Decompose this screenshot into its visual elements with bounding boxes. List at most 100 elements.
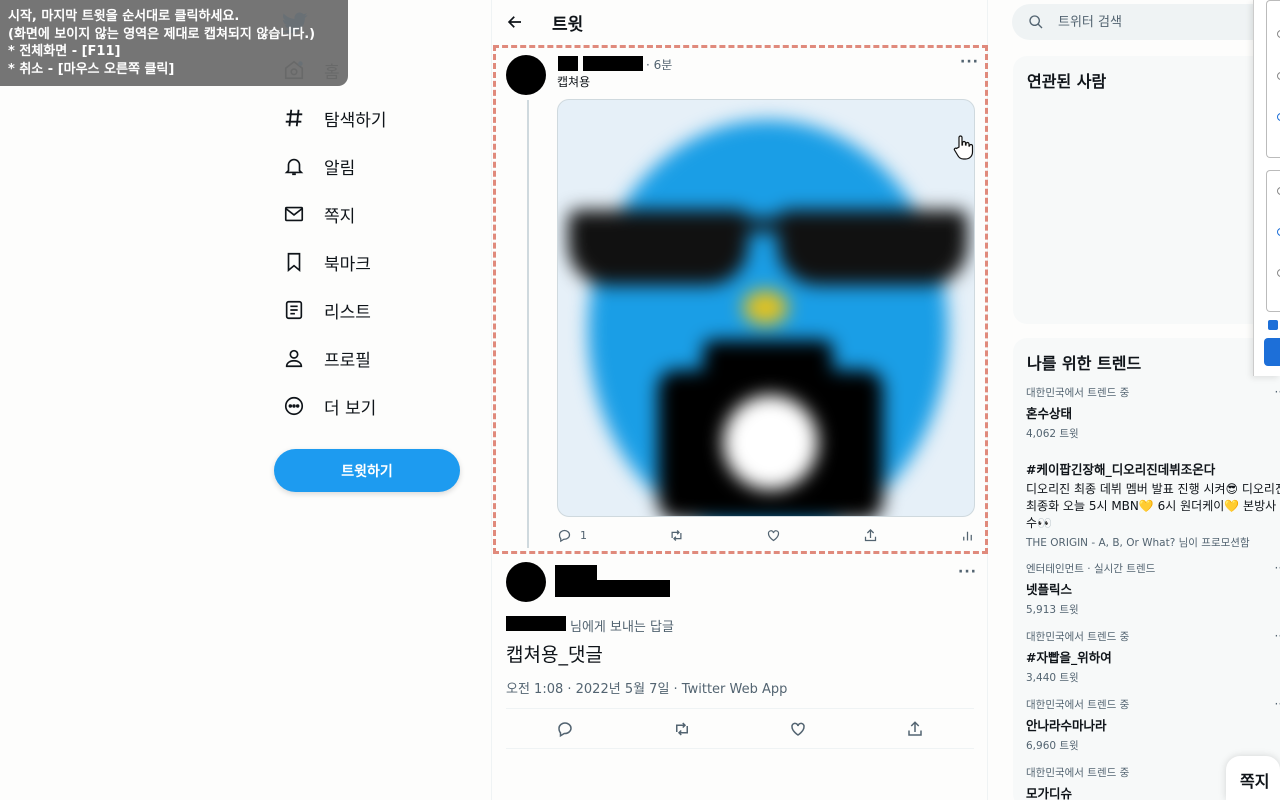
nav-item-label: 리스트 xyxy=(324,302,371,323)
nav-item-more[interactable]: 더 보기 xyxy=(272,382,472,430)
trend-name: 넷플릭스 xyxy=(1026,582,1073,597)
reply-count: 1 xyxy=(580,529,587,542)
trend-count: 4,062 트윗 xyxy=(1026,428,1079,440)
reply-button[interactable]: 1 xyxy=(557,528,587,543)
tweet-text: 캡쳐용 xyxy=(557,75,591,89)
instruction-line: * 취소 - [마우스 오른쪽 클릭] xyxy=(8,61,175,77)
blurred-bird-image xyxy=(558,100,974,516)
nav-item-label: 북마크 xyxy=(324,254,371,275)
more-options-icon[interactable]: ··· xyxy=(1275,697,1280,711)
capture-instructions-overlay: 시작, 마지막 트윗을 순서대로 클릭하세요. (화면에 보이지 않는 영역은 … xyxy=(0,0,348,86)
redacted-username xyxy=(583,56,643,71)
reply-action-bar xyxy=(556,720,924,738)
tweet-action-bar: 1 xyxy=(557,528,975,543)
nav-item-messages[interactable]: 쪽지 xyxy=(272,190,472,238)
retweet-button[interactable] xyxy=(669,528,684,543)
more-options-icon[interactable]: ··· xyxy=(1275,385,1280,399)
confirm-button[interactable] xyxy=(1264,338,1280,366)
instruction-line: (화면에 보이지 않는 영역은 제대로 캡쳐되지 않습니다.) xyxy=(8,26,316,42)
nav-item-bookmarks[interactable]: 북마크 xyxy=(272,238,472,286)
trend-count: 5,913 트윗 xyxy=(1026,604,1079,616)
back-arrow-icon[interactable] xyxy=(506,13,524,31)
related-people-panel: 연관된 사람 xyxy=(1013,56,1280,324)
trend-description: 디오리진 최종 데뷔 멤버 발표 진행 시켜😎 디오리진 최종화 오늘 5시 M… xyxy=(1026,482,1280,530)
nav-item-label: 더 보기 xyxy=(324,398,377,419)
more-options-icon[interactable]: ··· xyxy=(960,54,979,70)
instruction-line: * 전체화면 - [F11] xyxy=(8,44,121,59)
mail-icon xyxy=(282,202,306,226)
nav-item-label: 알림 xyxy=(324,158,356,179)
replying-to-label: 님에게 보내는 답글 xyxy=(570,620,674,635)
more-options-icon[interactable]: ··· xyxy=(1275,561,1280,575)
tweet-timestamp[interactable]: · 6분 xyxy=(646,56,672,73)
nav-item-explore[interactable]: 탐색하기 xyxy=(272,94,472,142)
search-bar[interactable] xyxy=(1012,4,1280,40)
instruction-line: 시작, 마지막 트윗을 순서대로 클릭하세요. xyxy=(8,9,240,24)
reply-timestamp[interactable]: 오전 1:08 · 2022년 5월 7일 · Twitter Web App xyxy=(506,678,787,697)
trend-count: 6,960 트윗 xyxy=(1026,740,1079,752)
trend-item[interactable]: 대한민국에서 트렌드 중 안나라수마나라 6,960 트윗 ··· xyxy=(1026,697,1280,753)
messages-drawer-tab[interactable]: 쪽지 xyxy=(1226,756,1280,800)
search-input[interactable] xyxy=(1058,14,1258,30)
trend-name: #자빱을_위하여 xyxy=(1026,650,1112,665)
share-icon xyxy=(864,528,877,542)
trends-panel: 나를 위한 트렌드 대한민국에서 트렌드 중 혼수상태 4,062 트윗 ···… xyxy=(1013,338,1280,800)
nav-item-label: 탐색하기 xyxy=(324,110,387,131)
tweet-detail-column: 트윗 · 6분 캡쳐용 ··· 1 ··· 님에게 보내는 답글 캡쳐용_댓글 … xyxy=(491,0,988,800)
capture-settings-popup xyxy=(1253,0,1280,376)
trend-name: 안나라수마나라 xyxy=(1026,718,1107,733)
nav-item-label: 프로필 xyxy=(324,350,371,371)
avatar[interactable] xyxy=(506,562,546,602)
trend-item[interactable]: 대한민국에서 트렌드 중 #자빱을_위하여 3,440 트윗 ··· xyxy=(1026,629,1280,685)
retweet-icon[interactable] xyxy=(673,720,691,738)
heart-icon[interactable] xyxy=(789,720,807,738)
redacted-display-name xyxy=(555,565,597,597)
panel-title: 나를 위한 트렌드 xyxy=(1027,354,1142,373)
reply-text: 캡쳐용_댓글 xyxy=(506,644,603,666)
more-options-icon[interactable]: ··· xyxy=(1275,629,1280,643)
trend-item[interactable]: #케이팝긴장해_디오리진데뷔조온다 디오리진 최종 데뷔 멤버 발표 진행 시켜… xyxy=(1026,456,1280,550)
trend-context: 대한민국에서 트렌드 중 xyxy=(1026,387,1130,399)
tweet-image[interactable] xyxy=(557,99,975,517)
nav-item-lists[interactable]: 리스트 xyxy=(272,286,472,334)
avatar[interactable] xyxy=(506,55,546,95)
nav-item-profile[interactable]: 프로필 xyxy=(272,334,472,382)
captured-tweet[interactable]: · 6분 캡쳐용 ··· 1 xyxy=(493,45,988,554)
trend-item[interactable]: 엔터테인먼트 · 실시간 트렌드 넷플릭스 5,913 트윗 ··· xyxy=(1026,561,1280,617)
redacted-username xyxy=(597,580,670,597)
reply-icon[interactable] xyxy=(556,720,574,738)
compose-tweet-button[interactable]: 트윗하기 xyxy=(274,449,460,492)
hashtag-icon xyxy=(282,106,306,130)
more-circle-icon xyxy=(282,394,306,418)
analytics-button[interactable] xyxy=(960,528,975,543)
panel-title: 연관된 사람 xyxy=(1027,72,1107,91)
trend-name: #케이팝긴장해_디오리진데뷔조온다 xyxy=(1026,462,1216,477)
trend-context: 엔터테인먼트 · 실시간 트렌드 xyxy=(1026,563,1156,575)
divider xyxy=(506,748,974,749)
bell-icon xyxy=(282,154,306,178)
trend-count: 3,440 트윗 xyxy=(1026,672,1079,684)
primary-nav: 홈 탐색하기 알림 쪽지 북마크 리스트 프로필 xyxy=(272,46,472,430)
nav-item-notifications[interactable]: 알림 xyxy=(272,142,472,190)
share-icon[interactable] xyxy=(906,720,924,738)
trend-item[interactable]: 대한민국에서 트렌드 중 혼수상태 4,062 트윗 ··· xyxy=(1026,385,1280,441)
retweet-icon xyxy=(671,530,682,541)
analytics-icon xyxy=(963,531,972,541)
more-options-icon[interactable]: ··· xyxy=(958,564,977,580)
redacted-mention xyxy=(506,616,566,631)
column-header: 트윗 xyxy=(492,0,987,44)
trend-context: 대한민국에서 트렌드 중 xyxy=(1026,699,1130,711)
share-button[interactable] xyxy=(863,528,878,543)
like-button[interactable] xyxy=(766,528,781,543)
redacted-display-name xyxy=(558,56,578,71)
page-title: 트윗 xyxy=(552,14,584,35)
checkbox-checked[interactable] xyxy=(1268,320,1278,330)
list-icon xyxy=(282,298,306,322)
divider xyxy=(506,708,974,709)
heart-icon xyxy=(767,530,780,542)
thread-line xyxy=(527,100,529,548)
nav-item-label: 쪽지 xyxy=(324,206,356,227)
reply-tweet[interactable]: ··· 님에게 보내는 답글 캡쳐용_댓글 오전 1:08 · 2022년 5월… xyxy=(492,556,989,800)
hand-cursor-icon xyxy=(953,135,974,160)
profile-icon xyxy=(282,346,306,370)
